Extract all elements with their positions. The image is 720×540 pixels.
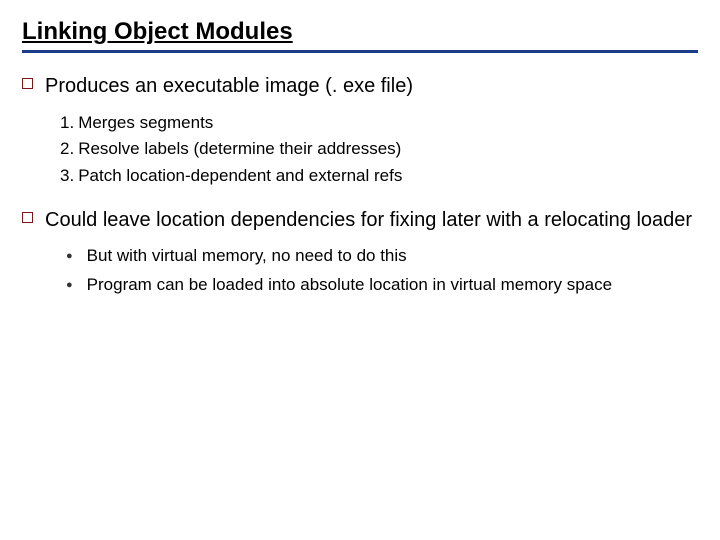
slide-title: Linking Object Modules — [22, 18, 698, 53]
number-marker: 3. — [60, 163, 74, 189]
numbered-item: 2. Resolve labels (determine their addre… — [60, 136, 698, 162]
sub-list: ● But with virtual memory, no need to do… — [66, 244, 698, 297]
numbered-list: 1. Merges segments 2. Resolve labels (de… — [60, 110, 698, 189]
numbered-item: 1. Merges segments — [60, 110, 698, 136]
small-bullet-icon: ● — [66, 251, 73, 262]
bullet-text: Could leave location dependencies for fi… — [45, 207, 692, 234]
sub-item: ● Program can be loaded into absolute lo… — [66, 273, 698, 298]
number-marker: 1. — [60, 110, 74, 136]
bullet-item: Could leave location dependencies for fi… — [22, 207, 698, 234]
bullet-text: Produces an executable image (. exe file… — [45, 73, 413, 100]
square-bullet-icon — [22, 78, 33, 89]
number-marker: 2. — [60, 136, 74, 162]
sub-text: Program can be loaded into absolute loca… — [87, 273, 612, 298]
square-bullet-icon — [22, 212, 33, 223]
numbered-text: Resolve labels (determine their addresse… — [78, 136, 401, 162]
small-bullet-icon: ● — [66, 280, 73, 291]
numbered-text: Merges segments — [78, 110, 213, 136]
numbered-item: 3. Patch location-dependent and external… — [60, 163, 698, 189]
bullet-item: Produces an executable image (. exe file… — [22, 73, 698, 100]
numbered-text: Patch location-dependent and external re… — [78, 163, 402, 189]
sub-item: ● But with virtual memory, no need to do… — [66, 244, 698, 269]
sub-text: But with virtual memory, no need to do t… — [87, 244, 407, 269]
